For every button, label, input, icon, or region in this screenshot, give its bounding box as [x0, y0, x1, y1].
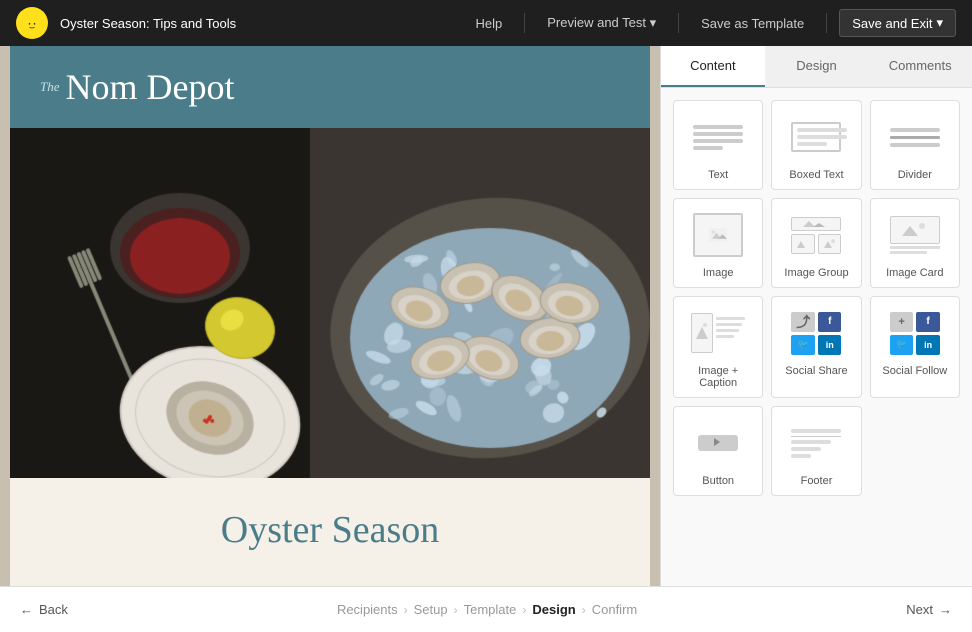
tab-design[interactable]: Design	[765, 46, 869, 87]
text-block-icon	[684, 111, 752, 163]
save-exit-button[interactable]: Save and Exit ▾	[839, 9, 956, 37]
image-block-label: Image	[703, 267, 734, 279]
save-template-button[interactable]: Save as Template	[691, 11, 814, 36]
content-block-image-group[interactable]: Image Group	[771, 198, 861, 288]
content-block-image[interactable]: Image	[673, 198, 763, 288]
step-design: Design	[532, 602, 575, 617]
content-block-image-card[interactable]: Image Card	[870, 198, 960, 288]
text-block-label: Text	[708, 169, 728, 181]
content-panel: Content Design Comments Text	[660, 46, 972, 586]
email-container: The Nom Depot Oyster Season	[10, 46, 650, 586]
campaign-title: Oyster Season: Tips and Tools	[60, 16, 465, 31]
wizard-steps: Recipients › Setup › Template › Design ›…	[68, 602, 906, 617]
content-block-social-follow[interactable]: + f 🐦 in Social Follow	[870, 296, 960, 398]
next-button[interactable]: Next →	[906, 602, 952, 617]
content-block-divider[interactable]: Divider	[870, 100, 960, 190]
content-blocks-grid: Text Boxed Text	[661, 88, 972, 508]
bottom-bar: ← Back Recipients › Setup › Template › D…	[0, 586, 972, 632]
main-area: The Nom Depot Oyster Season Content Desi…	[0, 46, 972, 586]
image-caption-block-icon	[684, 307, 752, 359]
boxed-text-block-icon	[782, 111, 850, 163]
step-arrow-4: ›	[582, 603, 586, 617]
nav-divider-2	[678, 13, 679, 33]
content-block-button[interactable]: Button	[673, 406, 763, 496]
content-block-footer[interactable]: Footer	[771, 406, 861, 496]
image-caption-block-label: Image + Caption	[682, 365, 754, 389]
panel-tabs: Content Design Comments	[661, 46, 972, 88]
step-arrow-3: ›	[522, 603, 526, 617]
button-block-label: Button	[702, 475, 734, 487]
back-button[interactable]: ← Back	[20, 602, 68, 617]
email-hero-image	[10, 128, 650, 478]
top-nav-actions: Help Preview and Test ▾ Save as Template…	[465, 9, 956, 37]
image-block-icon	[684, 209, 752, 261]
step-arrow-1: ›	[404, 603, 408, 617]
content-block-text[interactable]: Text	[673, 100, 763, 190]
step-recipients: Recipients	[337, 602, 398, 617]
content-block-image-caption[interactable]: Image + Caption	[673, 296, 763, 398]
social-share-block-icon: ⤴ f 🐦 in	[782, 307, 850, 359]
image-card-block-icon	[881, 209, 949, 261]
nav-divider	[524, 13, 525, 33]
email-body-title: Oyster Season	[70, 508, 590, 552]
image-card-block-label: Image Card	[886, 267, 943, 279]
email-header-title: Nom Depot	[66, 66, 235, 108]
footer-block-label: Footer	[801, 475, 833, 487]
divider-block-icon	[881, 111, 949, 163]
top-navigation: Oyster Season: Tips and Tools Help Previ…	[0, 0, 972, 46]
footer-block-icon	[782, 417, 850, 469]
social-follow-block-label: Social Follow	[882, 365, 947, 377]
step-setup: Setup	[414, 602, 448, 617]
preview-test-button[interactable]: Preview and Test ▾	[537, 10, 666, 36]
email-preview: The Nom Depot Oyster Season	[0, 46, 660, 586]
divider-block-label: Divider	[898, 169, 932, 181]
nav-divider-3	[826, 13, 827, 33]
step-template: Template	[464, 602, 517, 617]
social-follow-block-icon: + f 🐦 in	[881, 307, 949, 359]
boxed-text-block-label: Boxed Text	[789, 169, 843, 181]
tab-comments[interactable]: Comments	[868, 46, 972, 87]
content-block-boxed-text[interactable]: Boxed Text	[771, 100, 861, 190]
step-arrow-2: ›	[454, 603, 458, 617]
tab-content[interactable]: Content	[661, 46, 765, 87]
step-confirm: Confirm	[592, 602, 638, 617]
email-header: The Nom Depot	[10, 46, 650, 128]
content-block-social-share[interactable]: ⤴ f 🐦 in Social Share	[771, 296, 861, 398]
button-block-icon	[684, 417, 752, 469]
mailchimp-logo	[16, 7, 48, 39]
email-header-the: The	[40, 79, 60, 95]
social-share-block-label: Social Share	[785, 365, 847, 377]
image-group-block-icon	[782, 209, 850, 261]
image-group-block-label: Image Group	[784, 267, 848, 279]
help-button[interactable]: Help	[465, 11, 512, 36]
email-body-text: Oyster Season	[10, 478, 650, 582]
